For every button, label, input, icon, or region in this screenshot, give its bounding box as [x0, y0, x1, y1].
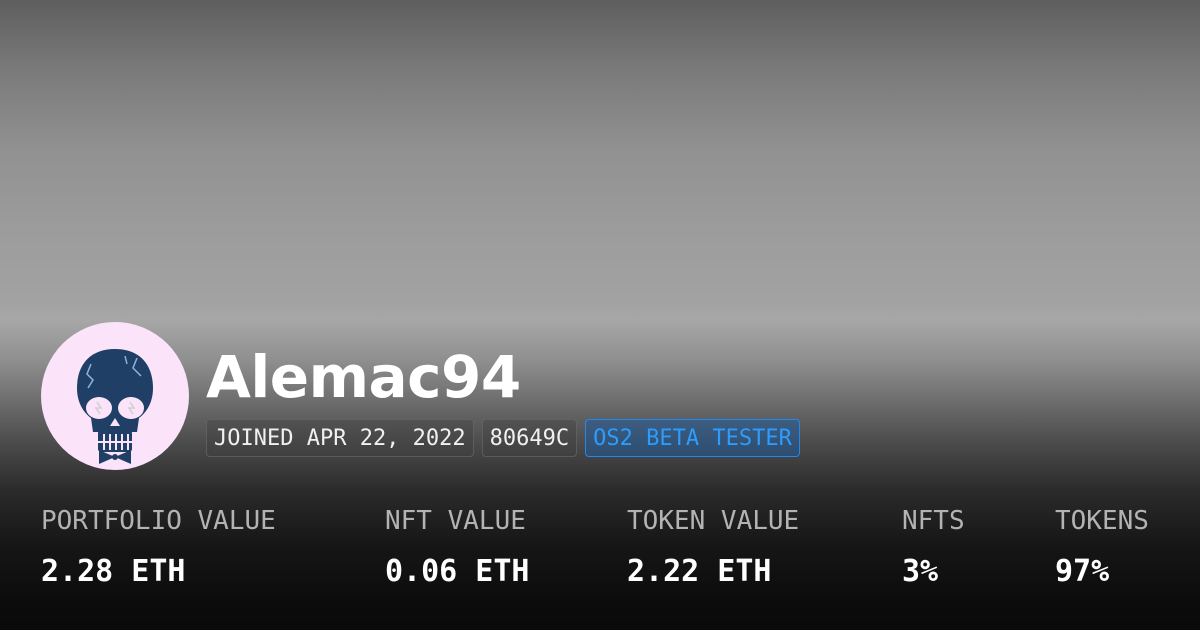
stat-value: 97%	[1055, 554, 1110, 589]
stat-label: PORTFOLIO VALUE	[41, 506, 276, 536]
stat-value: 3%	[902, 554, 939, 589]
badge-row: JOINED APR 22, 2022 80649C OS2 BETA TEST…	[206, 419, 800, 457]
stat-label: NFTS	[902, 506, 965, 536]
username: Alemac94	[206, 343, 521, 411]
stat-token-value: TOKEN VALUE 2.22 ETH	[627, 504, 799, 590]
skull-icon	[77, 349, 153, 464]
stat-value: 2.28 ETH	[41, 554, 186, 589]
stat-tokens: TOKENS 97%	[1055, 504, 1149, 590]
stat-label: TOKENS	[1055, 506, 1149, 536]
stat-value: 0.06 ETH	[385, 554, 530, 589]
avatar	[41, 322, 189, 470]
beta-tester-badge: OS2 BETA TESTER	[585, 419, 800, 457]
stat-label: NFT VALUE	[385, 506, 526, 536]
address-badge[interactable]: 80649C	[481, 419, 578, 457]
stat-nft-value: NFT VALUE 0.06 ETH	[385, 504, 530, 590]
stat-nfts: NFTS 3%	[902, 504, 965, 590]
stat-value: 2.22 ETH	[627, 554, 772, 589]
stat-label: TOKEN VALUE	[627, 506, 800, 536]
joined-date-badge: JOINED APR 22, 2022	[206, 419, 474, 457]
stat-portfolio-value: PORTFOLIO VALUE 2.28 ETH	[41, 504, 276, 590]
